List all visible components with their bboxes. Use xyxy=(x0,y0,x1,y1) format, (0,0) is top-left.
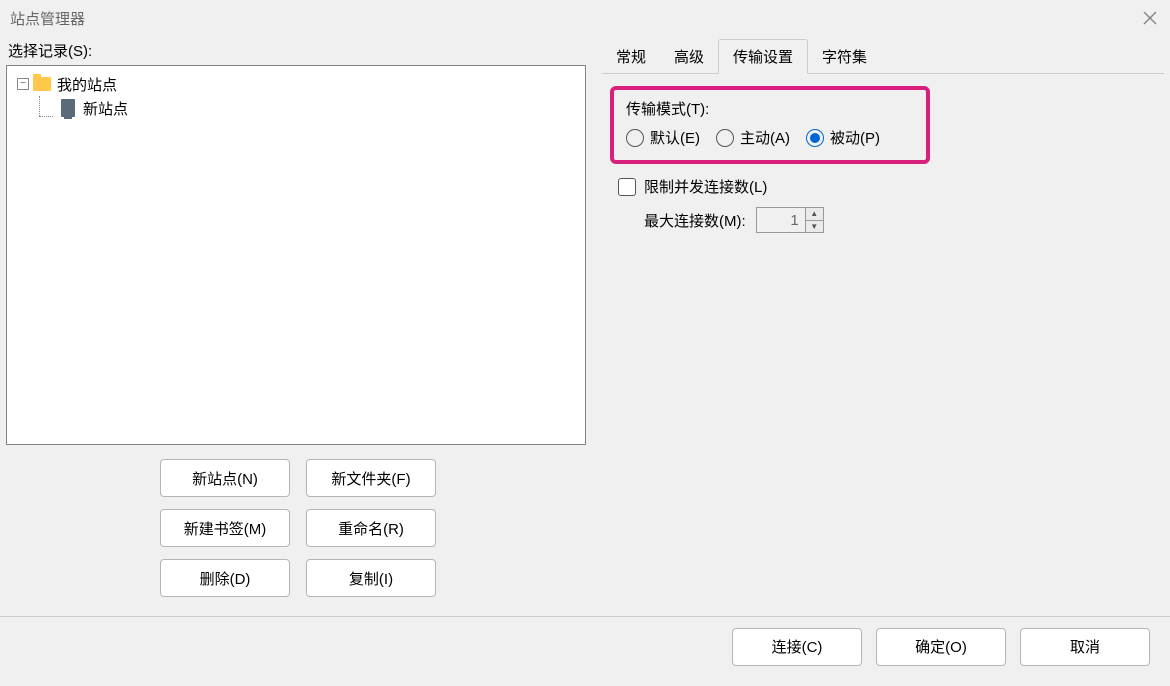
max-connections-label: 最大连接数(M): xyxy=(644,210,746,231)
copy-button[interactable]: 复制(I) xyxy=(306,559,436,597)
tab-advanced[interactable]: 高级 xyxy=(660,40,718,73)
radio-default[interactable]: 默认(E) xyxy=(626,127,700,148)
limit-checkbox[interactable] xyxy=(618,178,636,196)
site-buttons: 新站点(N) 新文件夹(F) 新建书签(M) 重命名(R) 删除(D) 复制(I… xyxy=(6,459,586,597)
radio-circle-icon xyxy=(626,129,644,147)
radio-active-label: 主动(A) xyxy=(740,127,790,148)
tree-child-label: 新站点 xyxy=(83,98,128,119)
transfer-mode-radios: 默认(E) 主动(A) 被动(P) xyxy=(626,127,914,148)
radio-passive-label: 被动(P) xyxy=(830,127,880,148)
new-site-button[interactable]: 新站点(N) xyxy=(160,459,290,497)
max-connections-row: 最大连接数(M): ▲ ▼ xyxy=(644,207,1156,233)
limit-label: 限制并发连接数(L) xyxy=(644,176,767,197)
tree-collapse-icon[interactable]: − xyxy=(17,78,29,90)
left-panel: 选择记录(S): − 我的站点 新站点 新站点(N) 新文件夹(F) 新建书签(… xyxy=(6,40,586,616)
folder-icon xyxy=(33,77,51,91)
spinner-down-icon[interactable]: ▼ xyxy=(805,220,824,234)
radio-dot-icon xyxy=(810,133,820,143)
radio-circle-selected-icon xyxy=(806,129,824,147)
max-connections-spinner[interactable]: ▲ ▼ xyxy=(756,207,824,233)
content-area: 选择记录(S): − 我的站点 新站点 新站点(N) 新文件夹(F) 新建书签(… xyxy=(0,36,1170,616)
footer: 连接(C) 确定(O) 取消 xyxy=(0,616,1170,676)
radio-default-label: 默认(E) xyxy=(650,127,700,148)
tab-content-transfer: 传输模式(T): 默认(E) 主动(A) 被动(P) xyxy=(602,74,1164,245)
ok-button[interactable]: 确定(O) xyxy=(876,628,1006,666)
select-record-label: 选择记录(S): xyxy=(6,40,586,61)
max-connections-input[interactable] xyxy=(756,207,806,233)
cancel-button[interactable]: 取消 xyxy=(1020,628,1150,666)
spinner-buttons: ▲ ▼ xyxy=(806,207,824,233)
radio-active[interactable]: 主动(A) xyxy=(716,127,790,148)
tree-root-row[interactable]: − 我的站点 xyxy=(11,72,581,96)
radio-circle-icon xyxy=(716,129,734,147)
site-tree[interactable]: − 我的站点 新站点 xyxy=(6,65,586,445)
tree-root-label: 我的站点 xyxy=(57,74,117,95)
right-panel: 常规 高级 传输设置 字符集 传输模式(T): 默认(E) 主动(A) xyxy=(586,40,1164,616)
new-folder-button[interactable]: 新文件夹(F) xyxy=(306,459,436,497)
new-bookmark-button[interactable]: 新建书签(M) xyxy=(160,509,290,547)
delete-button[interactable]: 删除(D) xyxy=(160,559,290,597)
rename-button[interactable]: 重命名(R) xyxy=(306,509,436,547)
transfer-mode-group: 传输模式(T): 默认(E) 主动(A) 被动(P) xyxy=(610,86,930,164)
limit-connections-row: 限制并发连接数(L) xyxy=(618,176,1156,197)
close-icon[interactable] xyxy=(1140,8,1160,28)
tab-general[interactable]: 常规 xyxy=(602,40,660,73)
titlebar: 站点管理器 xyxy=(0,0,1170,36)
spinner-up-icon[interactable]: ▲ xyxy=(805,207,824,221)
server-icon xyxy=(61,99,75,117)
tab-charset[interactable]: 字符集 xyxy=(808,40,881,73)
window-title: 站点管理器 xyxy=(10,8,85,29)
tab-transfer[interactable]: 传输设置 xyxy=(718,39,808,74)
tree-child-row[interactable]: 新站点 xyxy=(11,96,581,120)
transfer-mode-label: 传输模式(T): xyxy=(626,98,914,119)
connect-button[interactable]: 连接(C) xyxy=(732,628,862,666)
radio-passive[interactable]: 被动(P) xyxy=(806,127,880,148)
tabs: 常规 高级 传输设置 字符集 xyxy=(602,40,1164,74)
